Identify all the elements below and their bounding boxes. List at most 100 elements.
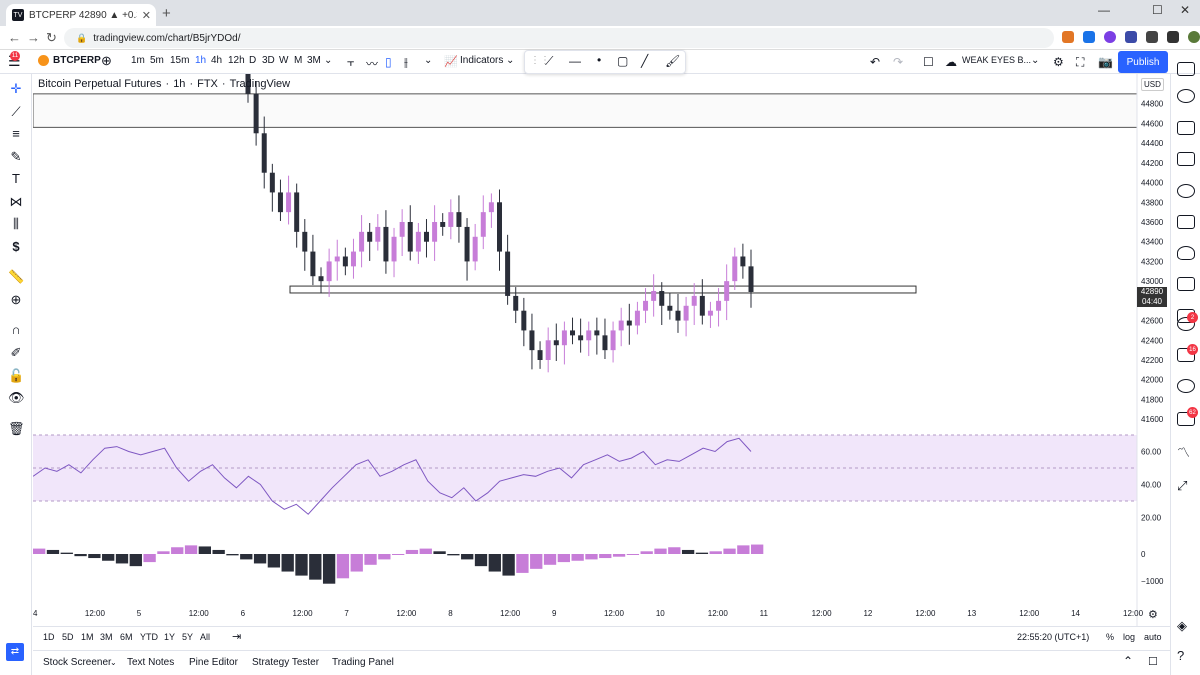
toggle-panel-icon[interactable]: ⇄ bbox=[6, 643, 24, 661]
trash-icon[interactable]: 🗑 bbox=[8, 421, 25, 437]
tab-text-notes[interactable]: Text Notes bbox=[127, 657, 174, 668]
interval-3d[interactable]: 3D bbox=[262, 55, 275, 66]
clock[interactable]: 22:55:20 (UTC+1) bbox=[1017, 632, 1089, 642]
range-5d[interactable]: 5D bbox=[62, 632, 74, 642]
undo-icon[interactable]: ↶ bbox=[870, 55, 880, 69]
candles-style-icon[interactable]: ▯ bbox=[385, 55, 392, 69]
dot-tool-icon[interactable]: • bbox=[597, 53, 601, 67]
pen-tool-icon[interactable]: ✎ bbox=[8, 149, 24, 165]
minimize-icon[interactable]: — bbox=[1098, 3, 1110, 17]
maximize-icon[interactable]: ☐ bbox=[1152, 3, 1163, 17]
range-3m[interactable]: 3M bbox=[100, 632, 113, 642]
broadcast-icon[interactable] bbox=[1177, 379, 1195, 393]
interval-3m[interactable]: 3M bbox=[307, 55, 321, 66]
zoom-in-icon[interactable]: ⊕ bbox=[8, 292, 24, 308]
interval-m[interactable]: M bbox=[294, 55, 302, 66]
watchlist-icon[interactable] bbox=[1177, 62, 1195, 76]
data-window-icon[interactable] bbox=[1177, 152, 1195, 166]
fib-tool-icon[interactable]: ≡ bbox=[8, 126, 24, 141]
hollow-candles-icon[interactable]: ⫲ bbox=[404, 55, 408, 70]
polyline-tool-icon[interactable]: ⟋ bbox=[545, 54, 553, 69]
ideas-lightbulb-icon[interactable] bbox=[1177, 246, 1195, 260]
interval-1h[interactable]: 1h bbox=[195, 55, 206, 66]
camera-icon[interactable]: 📷 bbox=[1098, 55, 1113, 69]
expand-icon[interactable]: ⤢ bbox=[1177, 479, 1195, 493]
ruler-icon[interactable]: 📏 bbox=[8, 269, 24, 285]
range-1m[interactable]: 1M bbox=[81, 632, 94, 642]
bar-style-icon[interactable]: ⫟ bbox=[347, 55, 354, 70]
crosshair-icon[interactable]: ✛ bbox=[8, 81, 24, 97]
price-chart[interactable]: 60.0040.0020.00 0−1000 44800446004440044… bbox=[33, 74, 1170, 626]
forward-icon[interactable]: → bbox=[27, 30, 40, 45]
profile-avatar[interactable] bbox=[1188, 31, 1200, 43]
layers-icon[interactable]: ◈ bbox=[1177, 619, 1195, 633]
time-axis[interactable]: 4 12:00 5 12:00 6 12:00 7 12:00 8 12:00 9 12:00 10 12… bbox=[33, 609, 1143, 623]
help-icon[interactable]: ? bbox=[1177, 649, 1195, 663]
auto-toggle[interactable]: auto bbox=[1144, 632, 1162, 642]
publish-button[interactable]: Publish bbox=[1118, 51, 1168, 73]
prediction-tool-icon[interactable]: ⫼ bbox=[8, 216, 24, 232]
calendar-icon[interactable] bbox=[1177, 215, 1195, 229]
currency-selector[interactable]: USD bbox=[1141, 78, 1164, 91]
browser-tab[interactable]: TV BTCPERP 42890 ▲ +0.32% WEAK ✕ bbox=[6, 4, 156, 26]
pattern-tool-icon[interactable]: ⋈ bbox=[8, 194, 24, 210]
brush-tool-icon[interactable]: 🖌 bbox=[665, 54, 680, 68]
pulse-icon[interactable]: 〽 bbox=[1177, 446, 1195, 460]
text-tool-icon[interactable]: T bbox=[8, 171, 24, 186]
layout-square-icon[interactable]: ☐ bbox=[923, 55, 934, 69]
lock-drawings-icon[interactable]: ✐ bbox=[8, 345, 24, 361]
close-window-icon[interactable]: ✕ bbox=[1180, 3, 1190, 17]
redo-icon[interactable]: ↷ bbox=[893, 55, 903, 69]
chevron-down-icon[interactable]: ⌄ bbox=[110, 658, 117, 667]
chevron-down-icon[interactable]: ⌄ bbox=[506, 55, 514, 66]
collapse-panel-icon[interactable]: ⌃ bbox=[1123, 654, 1133, 668]
eye-icon[interactable]: 👁 bbox=[8, 390, 25, 406]
interval-12h[interactable]: 12h bbox=[228, 55, 245, 66]
range-5y[interactable]: 5Y bbox=[182, 632, 193, 642]
interval-w[interactable]: W bbox=[279, 55, 288, 66]
layout-name[interactable]: WEAK EYES B... bbox=[962, 55, 1031, 65]
range-1y[interactable]: 1Y bbox=[164, 632, 175, 642]
fullscreen-icon[interactable]: ⛶ bbox=[1076, 55, 1084, 70]
indicators-button[interactable]: Indicators bbox=[460, 55, 503, 66]
chat-icon[interactable] bbox=[1177, 277, 1195, 291]
chevron-down-icon[interactable]: ⌄ bbox=[424, 55, 432, 66]
chevron-down-icon[interactable]: ⌄ bbox=[324, 55, 332, 66]
log-toggle[interactable]: log bbox=[1123, 632, 1135, 642]
range-all[interactable]: All bbox=[200, 632, 210, 642]
settings-gear-icon[interactable]: ⚙ bbox=[1053, 55, 1064, 69]
line-style-icon[interactable]: 〰 bbox=[366, 55, 378, 72]
tab-strategy-tester[interactable]: Strategy Tester bbox=[252, 657, 319, 668]
goto-date-icon[interactable]: ⇥ bbox=[232, 630, 241, 643]
back-icon[interactable]: ← bbox=[8, 30, 21, 45]
interval-4h[interactable]: 4h bbox=[211, 55, 222, 66]
alerts-icon[interactable] bbox=[1177, 89, 1195, 103]
range-6m[interactable]: 6M bbox=[120, 632, 133, 642]
rectangle-tool-icon[interactable]: ▢ bbox=[617, 54, 628, 68]
puzzle-icon[interactable] bbox=[1167, 31, 1179, 43]
dollar-icon[interactable]: $ bbox=[8, 239, 24, 254]
tab-pine-editor[interactable]: Pine Editor bbox=[189, 657, 238, 668]
extension-icon[interactable] bbox=[1146, 31, 1158, 43]
compare-symbol-icon[interactable]: ⊕ bbox=[101, 53, 112, 69]
metamask-extension-icon[interactable] bbox=[1062, 31, 1074, 43]
range-ytd[interactable]: YTD bbox=[140, 632, 158, 642]
maximize-panel-icon[interactable]: ☐ bbox=[1148, 655, 1158, 668]
range-1d[interactable]: 1D bbox=[43, 632, 55, 642]
unlock-icon[interactable]: 🔓 bbox=[8, 368, 24, 384]
hotlists-icon[interactable] bbox=[1177, 184, 1195, 198]
symbol-search-button[interactable]: BTCPERP bbox=[38, 55, 101, 66]
axis-settings-icon[interactable]: ⚙ bbox=[1148, 608, 1158, 621]
interval-5m[interactable]: 5m bbox=[150, 55, 164, 66]
news-icon[interactable] bbox=[1177, 121, 1195, 135]
trend-line-tool-icon[interactable]: ⟋ bbox=[8, 104, 24, 120]
interval-1m[interactable]: 1m bbox=[131, 55, 145, 66]
magnet-icon[interactable]: ∩ bbox=[8, 322, 24, 337]
extension-icon[interactable] bbox=[1083, 31, 1095, 43]
interval-15m[interactable]: 15m bbox=[170, 55, 189, 66]
tab-stock-screener[interactable]: Stock Screener bbox=[43, 657, 111, 668]
new-tab-icon[interactable]: + bbox=[162, 5, 171, 22]
extension-icon[interactable] bbox=[1125, 31, 1137, 43]
percent-toggle[interactable]: % bbox=[1106, 632, 1114, 642]
chevron-down-icon[interactable]: ⌄ bbox=[1031, 55, 1039, 66]
